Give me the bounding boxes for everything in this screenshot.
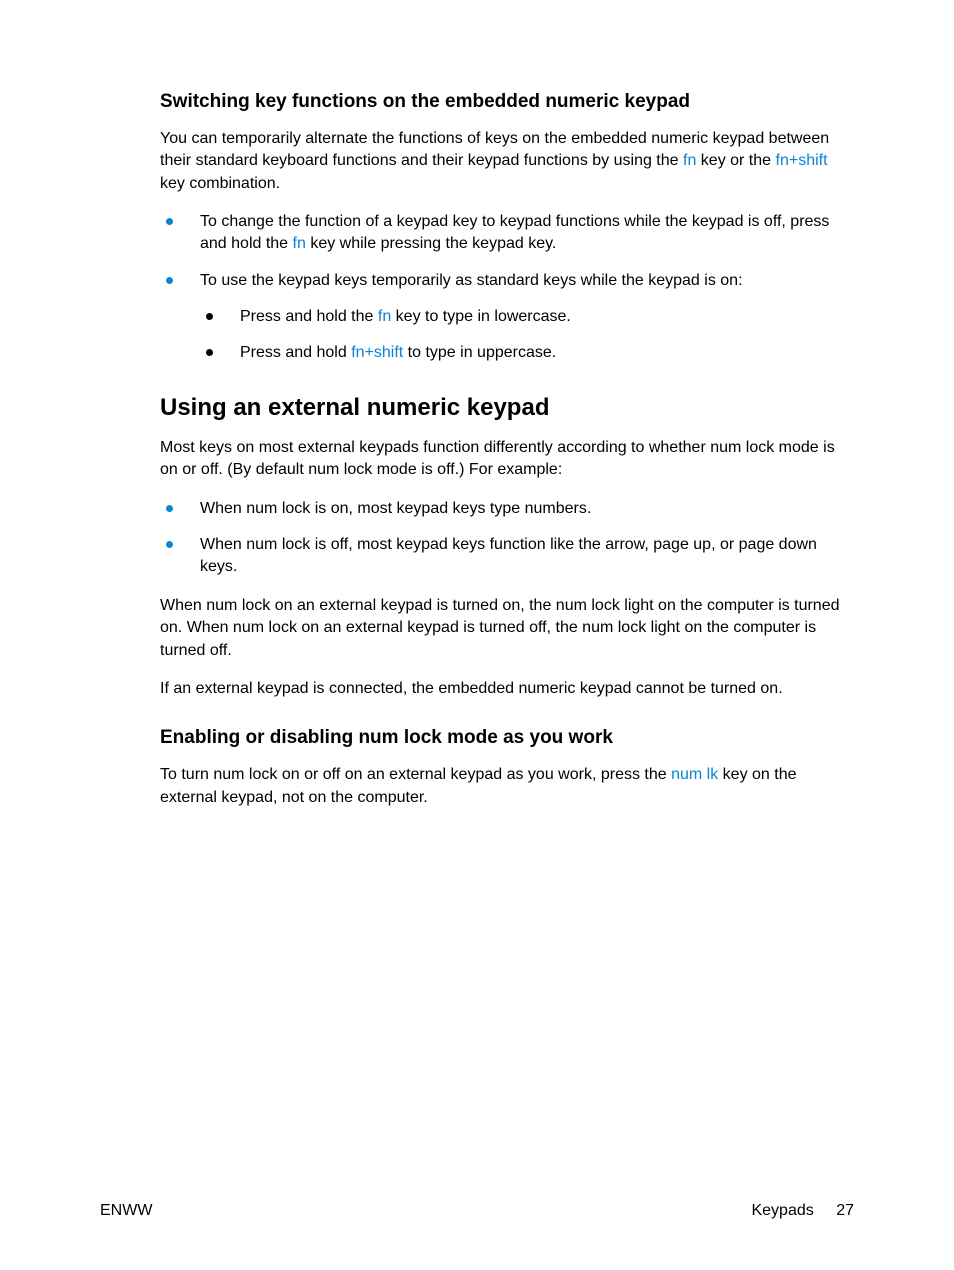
key-fn: fn [293,235,306,252]
key-fn: fn [378,308,391,325]
key-num-lk: num lk [671,766,718,783]
list-item: To use the keypad keys temporarily as st… [160,270,854,365]
list-item: When num lock is off, most keypad keys f… [160,534,854,579]
list-item: Press and hold fn+shift to type in upper… [200,342,854,364]
text-fragment: To turn num lock on or off on an externa… [160,766,671,783]
text-fragment: key or the [696,152,775,169]
page: Switching key functions on the embedded … [0,0,954,1270]
footer-section-label: Keypads [751,1202,813,1219]
heading-enable-disable-numlock: Enabling or disabling num lock mode as y… [160,726,854,750]
bullet-list-switching: To change the function of a keypad key t… [160,211,854,365]
bullet-list-external: When num lock is on, most keypad keys ty… [160,498,854,579]
text-fragment: Press and hold the [240,308,378,325]
text-fragment: Press and hold [240,344,351,361]
para-numlock-toggle: To turn num lock on or off on an externa… [160,764,854,809]
text-fragment: key to type in lowercase. [391,308,571,325]
para-embedded-disabled: If an external keypad is connected, the … [160,678,854,700]
footer-left-label: ENWW [100,1202,152,1220]
para-numlock-light: When num lock on an external keypad is t… [160,595,854,662]
key-fn: fn [683,152,696,169]
heading-using-external-keypad: Using an external numeric keypad [160,393,854,423]
list-item: To change the function of a keypad key t… [160,211,854,256]
list-item: When num lock is on, most keypad keys ty… [160,498,854,520]
text-fragment: To use the keypad keys temporarily as st… [200,272,743,289]
sublist: Press and hold the fn key to type in low… [200,306,854,365]
para-intro-switching: You can temporarily alternate the functi… [160,128,854,195]
text-fragment: key while pressing the keypad key. [306,235,557,252]
key-fn-shift: fn+shift [776,152,828,169]
page-number: 27 [836,1202,854,1219]
list-item: Press and hold the fn key to type in low… [200,306,854,328]
heading-switching-key-functions: Switching key functions on the embedded … [160,90,854,114]
footer-right: Keypads 27 [751,1202,854,1220]
key-fn-shift: fn+shift [351,344,403,361]
text-fragment: key combination. [160,175,280,192]
text-fragment: to type in uppercase. [403,344,556,361]
para-external-intro: Most keys on most external keypads funct… [160,437,854,482]
